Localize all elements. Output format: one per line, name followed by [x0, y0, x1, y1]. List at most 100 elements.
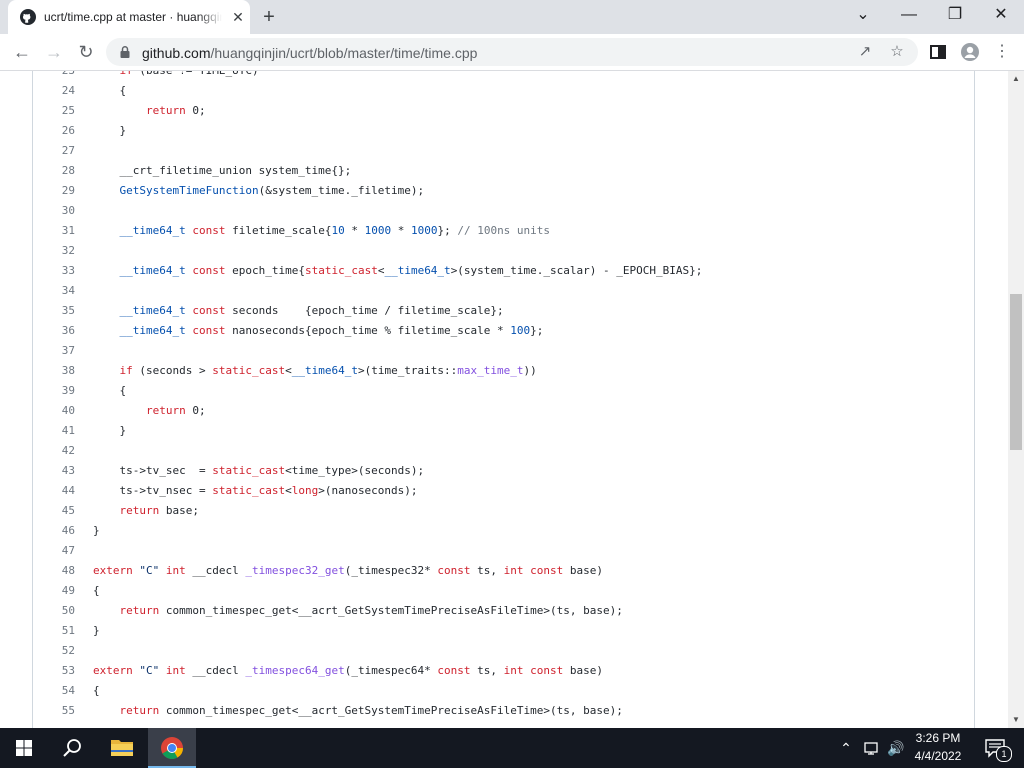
line-number[interactable]: 48	[33, 561, 75, 581]
code-text: __time64_t const seconds {epoch_time / f…	[93, 301, 504, 321]
line-number[interactable]: 37	[33, 341, 75, 361]
code-line: 31 __time64_t const filetime_scale{10 * …	[33, 221, 974, 241]
code-text: return common_timespec_get<__acrt_GetSys…	[93, 701, 623, 721]
line-number[interactable]: 35	[33, 301, 75, 321]
clock-time[interactable]: 3:26 PM	[905, 731, 971, 745]
code-text: ts->tv_nsec = static_cast<long>(nanoseco…	[93, 481, 417, 501]
code-line: 37	[33, 341, 974, 361]
line-number[interactable]: 47	[33, 541, 75, 561]
line-number[interactable]: 50	[33, 601, 75, 621]
bookmark-star-icon[interactable]: ☆	[888, 43, 906, 61]
code-token: {	[93, 84, 127, 97]
windows-start-icon[interactable]	[0, 728, 48, 768]
code-token: *	[344, 224, 365, 237]
code-token: long	[291, 484, 319, 497]
line-number[interactable]: 32	[33, 241, 75, 261]
url-text[interactable]: github.com/huangqinjin/ucrt/blob/master/…	[142, 45, 477, 61]
code-line: 32	[33, 241, 974, 261]
code-line: 44 ts->tv_nsec = static_cast<long>(nanos…	[33, 481, 974, 501]
page-scrollbar[interactable]: ▲ ▼	[1008, 71, 1024, 728]
code-line: 33 __time64_t const epoch_time{static_ca…	[33, 261, 974, 281]
line-number[interactable]: 23	[33, 71, 75, 81]
code-token: return	[119, 604, 160, 617]
code-line: 42	[33, 441, 974, 461]
tab-close-icon[interactable]: ✕	[230, 9, 246, 25]
search-icon[interactable]	[48, 728, 96, 768]
file-explorer-icon[interactable]	[98, 728, 146, 768]
code-line: 55 return common_timespec_get<__acrt_Get…	[33, 701, 974, 721]
volume-icon[interactable]: 🔊	[886, 738, 906, 758]
code-text: __time64_t const filetime_scale{10 * 100…	[93, 221, 551, 241]
tab-strip: ucrt/time.cpp at master · huangqinjin/uc…	[0, 0, 1024, 34]
address-bar[interactable]: github.com/huangqinjin/ucrt/blob/master/…	[106, 38, 918, 66]
line-number[interactable]: 49	[33, 581, 75, 601]
scrollbar-thumb[interactable]	[1010, 294, 1022, 450]
browser-toolbar: ← → ↻ github.com/huangqinjin/ucrt/blob/m…	[0, 34, 1024, 71]
line-number[interactable]: 26	[33, 121, 75, 141]
line-number[interactable]: 42	[33, 441, 75, 461]
share-icon[interactable]: ↗	[856, 43, 874, 61]
close-window-button[interactable]: ✕	[978, 0, 1024, 30]
new-tab-button[interactable]: +	[256, 5, 282, 29]
code-token: (_timespec64*	[344, 664, 438, 677]
line-number[interactable]: 54	[33, 681, 75, 701]
line-number[interactable]: 34	[33, 281, 75, 301]
line-number[interactable]: 38	[33, 361, 75, 381]
github-favicon-icon	[20, 9, 36, 25]
code-line: 35 __time64_t const seconds {epoch_time …	[33, 301, 974, 321]
clock-date[interactable]: 4/4/2022	[905, 749, 971, 763]
minimize-button[interactable]: —	[886, 0, 932, 30]
line-number[interactable]: 43	[33, 461, 75, 481]
line-number[interactable]: 45	[33, 501, 75, 521]
code-token: ts,	[470, 564, 504, 577]
line-number[interactable]: 30	[33, 201, 75, 221]
line-number[interactable]: 40	[33, 401, 75, 421]
line-number[interactable]: 41	[33, 421, 75, 441]
line-number[interactable]: 36	[33, 321, 75, 341]
restore-button[interactable]: ❐	[932, 0, 978, 30]
code-text: __crt_filetime_union system_time{};	[93, 161, 351, 181]
code-line: 23 if (base != TIME_UTC)	[33, 71, 974, 81]
line-number[interactable]: 51	[33, 621, 75, 641]
line-number[interactable]: 44	[33, 481, 75, 501]
chrome-taskbar-button[interactable]	[148, 728, 196, 768]
code-token: 0;	[185, 104, 206, 117]
line-number[interactable]: 53	[33, 661, 75, 681]
network-icon[interactable]	[862, 738, 882, 758]
page-viewport: 23 if (base != TIME_UTC)24 {25 return 0;…	[0, 71, 1008, 728]
code-line: 47	[33, 541, 974, 561]
side-panel-icon[interactable]	[928, 42, 948, 62]
line-number[interactable]: 52	[33, 641, 75, 661]
code-token: __cdecl	[185, 564, 246, 577]
line-number[interactable]: 55	[33, 701, 75, 721]
code-text: __time64_t const nanoseconds{epoch_time …	[93, 321, 544, 341]
back-arrow-icon[interactable]: ←	[8, 38, 36, 66]
tab-search-button[interactable]: ⌄	[840, 0, 886, 30]
line-number[interactable]: 31	[33, 221, 75, 241]
line-number[interactable]: 33	[33, 261, 75, 281]
line-number[interactable]: 25	[33, 101, 75, 121]
profile-avatar-icon[interactable]	[960, 42, 980, 62]
lock-icon[interactable]	[118, 45, 132, 59]
line-number[interactable]: 39	[33, 381, 75, 401]
action-center-button[interactable]: 1	[976, 728, 1016, 768]
line-number[interactable]: 24	[33, 81, 75, 101]
line-number[interactable]: 46	[33, 521, 75, 541]
scroll-up-arrow-icon[interactable]: ▲	[1008, 71, 1024, 87]
scroll-down-arrow-icon[interactable]: ▼	[1008, 712, 1024, 728]
browser-menu-icon[interactable]: ⋮	[992, 42, 1012, 62]
code-token: const	[530, 664, 564, 677]
code-token: "C"	[139, 664, 160, 677]
code-text: }	[93, 621, 100, 641]
reload-icon[interactable]: ↻	[72, 38, 100, 66]
browser-tab[interactable]: ucrt/time.cpp at master · huangqinjin/uc…	[8, 0, 250, 34]
show-hidden-icons-chevron-icon[interactable]: ⌃	[836, 738, 856, 758]
line-number[interactable]: 28	[33, 161, 75, 181]
code-token: const	[530, 564, 564, 577]
forward-arrow-icon[interactable]: →	[40, 38, 68, 66]
code-text: }	[93, 421, 126, 441]
line-number[interactable]: 29	[33, 181, 75, 201]
line-number[interactable]: 27	[33, 141, 75, 161]
